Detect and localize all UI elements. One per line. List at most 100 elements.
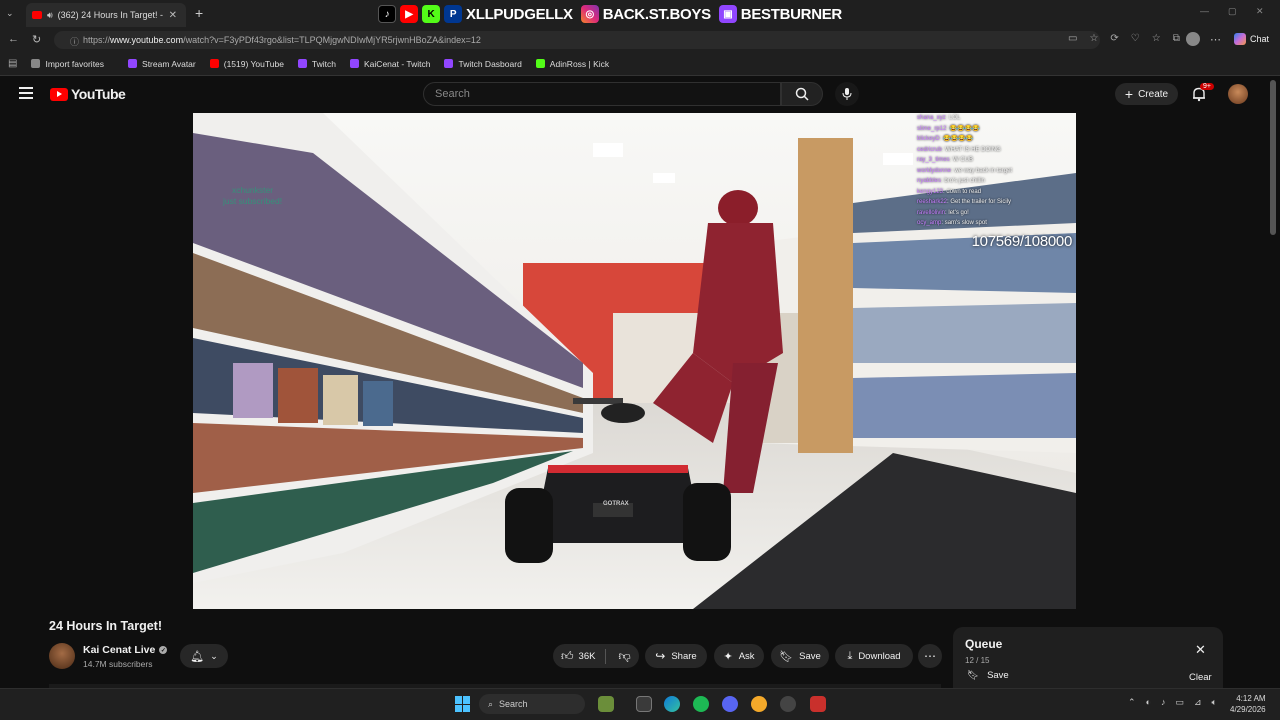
app-icon[interactable] <box>780 696 796 712</box>
bookmark-twitch-dashboard[interactable]: Twitch Dasboard <box>444 59 522 69</box>
bell-icon: 🔔︎ <box>190 650 205 663</box>
youtube-play-icon <box>50 87 68 101</box>
bookmarks-bar: ▤ Import favorites Stream Avatar (1519) … <box>0 52 1280 76</box>
queue-title: Queue <box>965 637 1003 651</box>
bookmark-label: KaiCenat - Twitch <box>364 58 431 69</box>
sub-alert-text: just subscribed! <box>223 196 283 206</box>
download-button[interactable]: ⤓ Download <box>835 644 913 668</box>
chat-label: Chat <box>1250 34 1270 44</box>
browser-tab[interactable]: 🔊︎ (362) 24 Hours In Target! - Yo ✕ <box>26 3 186 27</box>
sub-alert-user: xchunkster <box>231 185 274 195</box>
queue-close-icon[interactable]: ✕ <box>1195 642 1206 658</box>
search-icon <box>795 87 809 101</box>
save-button[interactable]: 🔖︎ Save <box>771 644 829 668</box>
task-view-icon[interactable] <box>636 696 652 712</box>
copilot-chat-button[interactable]: Chat <box>1234 33 1269 45</box>
dislike-button[interactable]: 👎︎ <box>612 649 630 664</box>
subscriber-count: 14.7M subscribers <box>83 659 153 669</box>
channel-name-text: Kai Cenat Live <box>83 644 156 656</box>
speaker-icon[interactable]: 🔊︎ <box>47 10 53 21</box>
bookmarks-menu-icon[interactable]: ▤ <box>8 58 17 69</box>
ask-label: Ask <box>738 650 755 662</box>
app-icon[interactable] <box>751 696 767 712</box>
chat-line: nyabbles: bro's just chillin <box>917 178 985 184</box>
new-tab-button[interactable]: + <box>195 5 203 21</box>
taskbar-search[interactable]: ⌕ Search <box>479 694 585 714</box>
create-button[interactable]: + Create <box>1115 83 1178 105</box>
ask-button[interactable]: ✦ Ask <box>714 644 764 668</box>
minimize-icon[interactable]: — <box>1200 6 1209 16</box>
bookmark-twitch[interactable]: Twitch <box>297 58 337 69</box>
chat-line: ray_3_times: W CUB <box>917 157 974 163</box>
search-button[interactable] <box>781 82 823 106</box>
instagram-icon: ◎ <box>580 5 599 23</box>
bookmark-youtube[interactable]: (1519) YouTube <box>209 59 284 69</box>
subscriber-alert: xchunkster just subscribed! <box>223 185 282 207</box>
windows-start-icon[interactable] <box>455 696 471 712</box>
more-actions-button[interactable]: ⋯ <box>918 644 942 668</box>
tiktok-icon: ♪ <box>378 5 396 23</box>
chat-line: worldydonne: we way back in target <box>917 167 1013 174</box>
page-scrollbar[interactable] <box>1270 80 1276 235</box>
tab-list-chevron-icon[interactable]: ⌄ <box>6 8 14 19</box>
tab-close-icon[interactable]: ✕ <box>169 10 177 21</box>
twitch-icon <box>128 59 138 68</box>
share-button[interactable]: ↪ Share <box>645 644 707 668</box>
bookmark-stream-avatar[interactable]: Stream Avatar <box>128 59 196 69</box>
refresh-icon[interactable]: ↻ <box>32 33 41 46</box>
notifications-button[interactable]: 9+ <box>1191 83 1214 107</box>
notification-count-badge: 9+ <box>1200 83 1214 90</box>
bookmark-kaicenat-twitch[interactable]: KaiCenat - Twitch <box>350 59 430 69</box>
download-label: Download <box>858 650 901 662</box>
channel-avatar[interactable] <box>49 643 75 669</box>
voice-search-button[interactable] <box>835 82 859 106</box>
queue-save-button[interactable]: 🔖︎ Save <box>967 670 1009 681</box>
subscription-bell-button[interactable]: 🔔︎ ⌄ <box>180 644 228 668</box>
maximize-icon[interactable]: ▢ <box>1228 6 1237 17</box>
clock-time: 4:12 AM <box>1236 694 1266 703</box>
system-tray-icons[interactable]: ⌃◐♪▭⊿🔈︎ <box>1128 697 1227 708</box>
app-icon[interactable] <box>810 696 826 712</box>
queue-position: 12 / 15 <box>965 656 990 665</box>
bookmark-label: AdinRoss | Kick <box>549 58 610 69</box>
sub-goal-counter: 107569/108000 <box>971 233 1073 250</box>
video-player[interactable]: xchunkster just subscribed! shana_xyz: L… <box>193 113 1076 609</box>
chat-line: ocy_amp: sam's slow spot <box>917 220 987 226</box>
create-label: Create <box>1138 88 1169 100</box>
queue-clear-button[interactable]: Clear <box>1189 672 1212 683</box>
hamburger-menu-icon[interactable] <box>19 87 33 99</box>
sparkle-icon: ✦ <box>723 650 733 663</box>
bookmark-label: Twitch <box>311 58 337 69</box>
chat-line: shana_xyz: LOL <box>917 115 961 121</box>
bookmark-import-favorites[interactable]: Import favorites <box>31 59 104 69</box>
site-info-icon[interactable]: ⓘ <box>70 35 79 47</box>
url-prefix: https:// <box>83 35 111 45</box>
like-count: 36K <box>578 650 596 662</box>
widget-icon[interactable] <box>598 696 614 712</box>
edge-icon[interactable] <box>664 696 680 712</box>
chevron-down-icon: ⌄ <box>210 650 218 661</box>
bookmark-adinross-kick[interactable]: AdinRoss | Kick <box>535 58 610 69</box>
chat-line: ravellolivin: let's go! <box>917 209 969 216</box>
taskbar-clock[interactable]: 4:12 AM 4/29/2026 <box>1230 693 1266 715</box>
stream-chat-overlay: shana_xyz: LOL slime_rp12: 😂😂😂😂 blickeyD… <box>917 113 1072 229</box>
like-button[interactable]: 👍︎ 36K <box>561 648 607 664</box>
search-input[interactable]: Search <box>423 82 781 106</box>
channel-name[interactable]: Kai Cenat Live ✓ <box>83 644 168 656</box>
youtube-logo-text: YouTube <box>71 86 126 102</box>
youtube-logo[interactable]: YouTube <box>50 86 126 102</box>
spotify-icon[interactable] <box>693 696 709 712</box>
url-field[interactable]: ⓘ https://www.youtube.com/watch?v=F3yPDf… <box>54 31 1100 49</box>
profile-avatar[interactable] <box>1186 32 1200 46</box>
tab-title: (362) 24 Hours In Target! - Yo <box>57 10 164 20</box>
url-path: /watch?v=F3yPDf43rgo&list=TLPQMjgwNDIwMj… <box>183 35 481 45</box>
back-icon[interactable]: ← <box>8 33 19 45</box>
user-avatar[interactable] <box>1228 84 1248 104</box>
share-icon: ↪ <box>655 649 666 663</box>
thumbs-up-icon: 👍︎ <box>561 648 574 663</box>
close-window-icon[interactable]: ✕ <box>1256 6 1264 17</box>
browser-toolbar-icons[interactable]: ▭☆⟳♡☆⧉ <box>1068 33 1192 44</box>
discord-icon[interactable] <box>722 696 738 712</box>
more-menu-icon[interactable]: ⋯ <box>1210 33 1221 46</box>
banner-handle-2: BACK.ST.BOYS <box>602 5 711 23</box>
